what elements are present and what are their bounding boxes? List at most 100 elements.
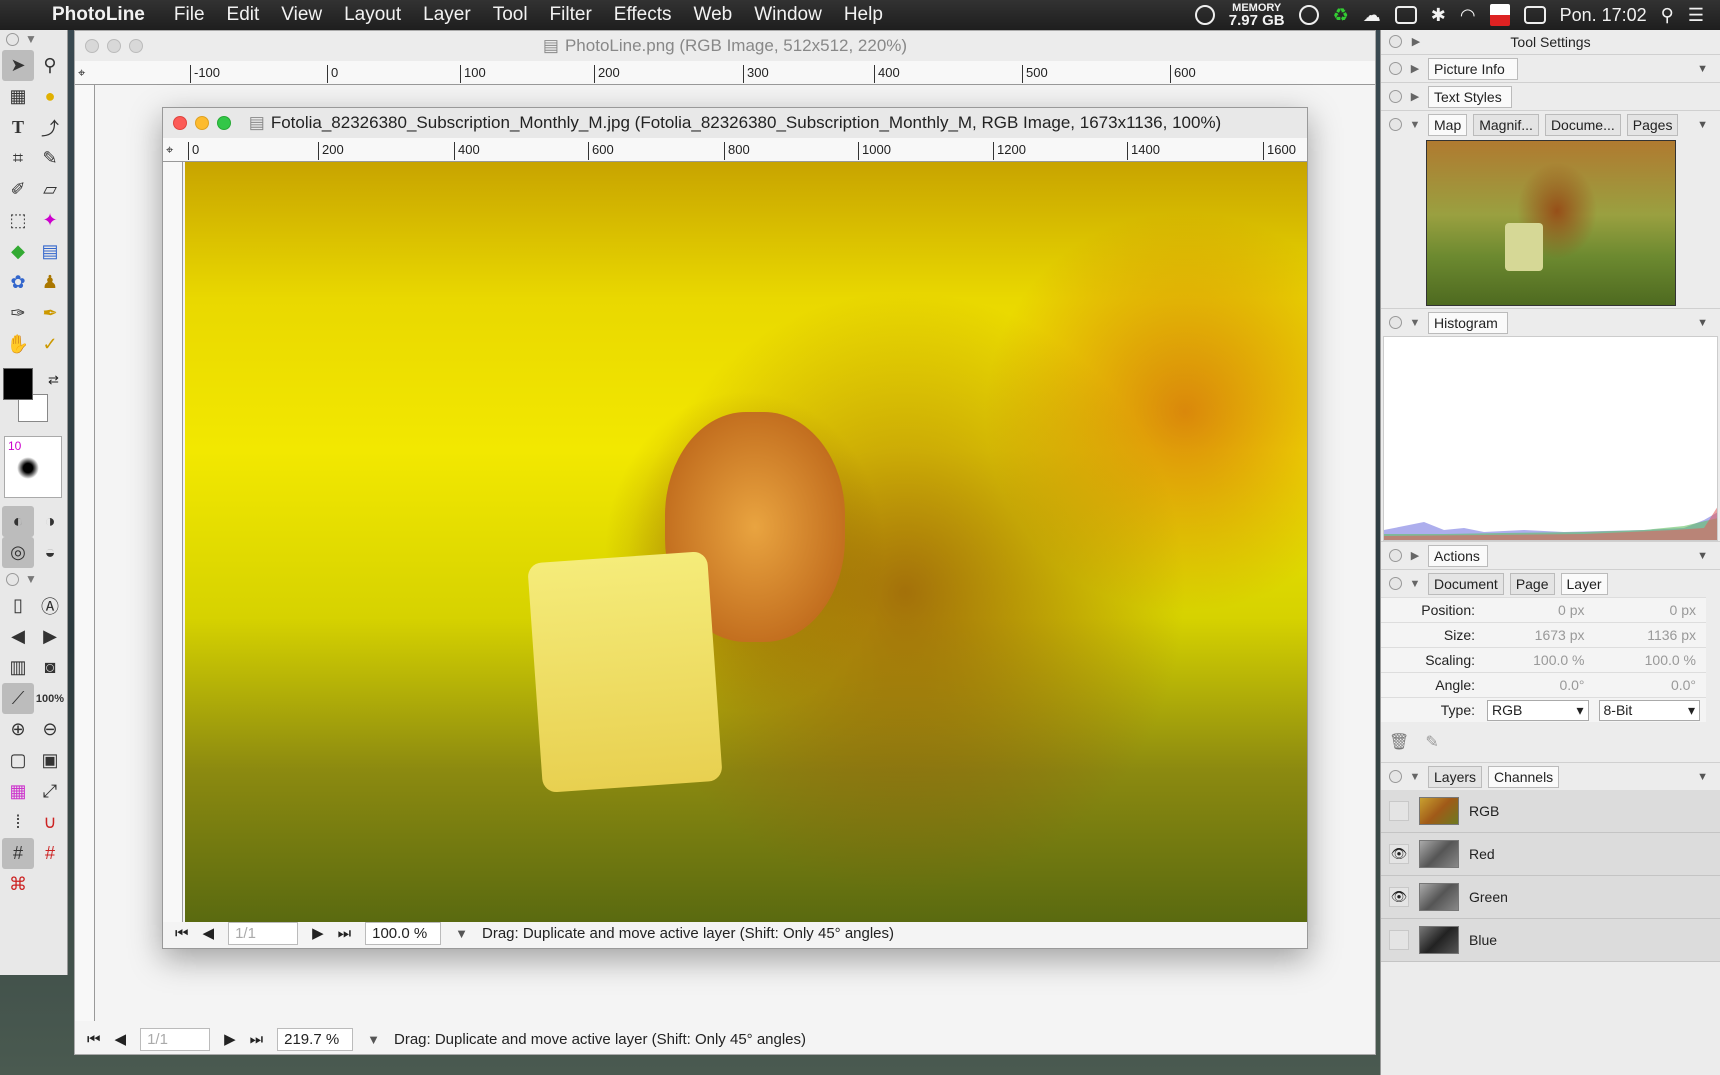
panel-close-icon[interactable]	[6, 32, 19, 46]
menu-window[interactable]: Window	[743, 4, 833, 26]
text-frame-icon[interactable]: Ⓐ	[34, 590, 66, 621]
foreground-color-swatch[interactable]	[3, 368, 33, 400]
swap-colors-icon[interactable]: ⇄	[48, 372, 59, 388]
menu-layer[interactable]: Layer	[412, 4, 482, 26]
page-field[interactable]: 1/1	[140, 1027, 211, 1051]
minimize-button[interactable]	[107, 39, 121, 53]
bluetooth-icon[interactable]: ✱	[1431, 5, 1446, 26]
next-arrow-icon[interactable]: ▶	[34, 621, 66, 652]
vertical-ruler[interactable]	[75, 85, 95, 1021]
menu-web[interactable]: Web	[683, 4, 744, 26]
menu-filter[interactable]: Filter	[539, 4, 603, 26]
collapse-triangle-icon[interactable]: ▼	[25, 572, 37, 586]
cloud-icon[interactable]: ☁	[1363, 5, 1381, 26]
scaling-y-field[interactable]: 100.0 %	[1595, 652, 1707, 668]
mask-edit-icon[interactable]: ◑	[34, 506, 66, 537]
back-window-titlebar[interactable]: ▤ PhotoLine.png (RGB Image, 512x512, 220…	[75, 31, 1375, 61]
tab-picture-info[interactable]: Picture Info	[1428, 57, 1518, 80]
dodge-tool-icon[interactable]: ✒	[34, 298, 66, 329]
zoom-button[interactable]	[129, 39, 143, 53]
app-menu[interactable]: PhotoLine	[44, 4, 153, 26]
rect-select-tool-icon[interactable]: ⬚	[2, 205, 34, 236]
zoom-dropdown-icon[interactable]: ▼	[367, 1032, 380, 1047]
expand-triangle-icon[interactable]: ▶	[1408, 62, 1422, 75]
zoom-dropdown-icon[interactable]: ▼	[455, 926, 468, 941]
eraser-tool-icon[interactable]: ▱	[34, 174, 66, 205]
expand-triangle-icon[interactable]: ▶	[1408, 90, 1422, 103]
horizontal-ruler[interactable]: ⌖ 0 200 400 600 800 1000 1200 1400 1600	[163, 138, 1307, 162]
fullscreen-icon[interactable]: ⤢	[34, 776, 66, 807]
first-page-icon[interactable]: ⏮	[87, 1031, 101, 1048]
panel-close-icon[interactable]	[1389, 770, 1402, 783]
menu-tool[interactable]: Tool	[482, 4, 539, 26]
recycle-icon[interactable]: ♻	[1333, 5, 1349, 26]
panel-menu-icon[interactable]: ▼	[1697, 550, 1708, 562]
input-source-flag-icon[interactable]	[1489, 4, 1510, 26]
wifi-icon[interactable]: ◠	[1460, 5, 1476, 26]
color-grid-icon[interactable]: ▦	[2, 776, 34, 807]
panel-close-icon[interactable]	[1389, 118, 1402, 131]
smudge-tool-icon[interactable]: ✑	[2, 298, 34, 329]
panel-menu-icon[interactable]: ▼	[1697, 119, 1708, 131]
scaling-x-field[interactable]: 100.0 %	[1483, 652, 1595, 668]
tab-document[interactable]: Docume...	[1544, 113, 1621, 136]
eye-icon[interactable]: 👁	[1389, 887, 1409, 907]
menu-layout[interactable]: Layout	[333, 4, 412, 26]
close-button[interactable]	[173, 116, 187, 130]
ruler-origin-icon[interactable]: ⌖	[75, 65, 85, 83]
panel-close-icon[interactable]	[1389, 577, 1402, 590]
tab-layer[interactable]: Layer	[1560, 572, 1608, 595]
last-page-icon[interactable]: ⏭	[338, 925, 352, 942]
stamp-tool-icon[interactable]: ♟	[34, 267, 66, 298]
tab-actions[interactable]: Actions	[1428, 544, 1488, 567]
spotlight-icon[interactable]: ⚲	[1661, 5, 1674, 26]
notification-center-icon[interactable]: ☰	[1688, 5, 1704, 26]
panel-close-icon[interactable]	[1389, 549, 1402, 562]
panel-close-icon[interactable]	[1389, 62, 1402, 75]
previous-page-icon[interactable]: ◀	[203, 924, 215, 942]
last-page-icon[interactable]: ⏭	[250, 1031, 264, 1048]
battery-icon[interactable]	[1523, 6, 1546, 24]
crop-tool-icon[interactable]: ⌗	[2, 143, 34, 174]
layer-tool-icon[interactable]: ▦	[2, 81, 34, 112]
collapse-triangle-icon[interactable]: ▼	[25, 32, 37, 46]
tab-pages[interactable]: Pages	[1626, 113, 1679, 136]
close-button[interactable]	[85, 39, 99, 53]
clone-tool-icon[interactable]: ✿	[2, 267, 34, 298]
map-navigator-preview[interactable]	[1425, 140, 1676, 306]
bit-depth-select[interactable]: 8-Bit ▾	[1598, 699, 1700, 721]
camera-icon[interactable]: ◙	[34, 652, 66, 683]
zoom-in-icon[interactable]: ⊕	[2, 714, 34, 745]
size-height-field[interactable]: 1136 px	[1595, 627, 1707, 643]
zoom-out-icon[interactable]: ⊖	[34, 714, 66, 745]
color-grid-snap-icon[interactable]: #	[34, 838, 66, 869]
panel-menu-icon[interactable]: ▼	[1697, 771, 1708, 783]
visibility-toggle[interactable]	[1389, 801, 1409, 821]
menu-effects[interactable]: Effects	[603, 4, 683, 26]
active-document-window[interactable]: ▤ Fotolia_82326380_Subscription_Monthly_…	[162, 107, 1308, 949]
next-page-icon[interactable]: ▶	[224, 1030, 236, 1048]
position-x-field[interactable]: 0 px	[1483, 602, 1595, 618]
new-document-icon[interactable]: ▯	[2, 590, 34, 621]
panel-close-icon[interactable]	[1389, 316, 1402, 329]
panel-menu-icon[interactable]: ▼	[1697, 63, 1708, 75]
tab-map[interactable]: Map	[1428, 113, 1468, 136]
magnet-snap-icon[interactable]: ∪	[34, 807, 66, 838]
hand-tool-icon[interactable]: ✋	[2, 329, 34, 360]
panel-close-icon[interactable]	[6, 572, 19, 586]
trash-icon[interactable]: 🗑	[1389, 732, 1409, 752]
channel-row-rgb[interactable]: RGB	[1381, 790, 1720, 833]
zoom-field[interactable]: 100.0 %	[365, 921, 442, 945]
fit-page-icon[interactable]: ▢	[2, 745, 34, 776]
menu-edit[interactable]: Edit	[216, 4, 271, 26]
eye-icon[interactable]: 👁	[1389, 844, 1409, 864]
menu-file[interactable]: File	[163, 4, 216, 26]
fit-window-icon[interactable]: ▣	[34, 745, 66, 776]
layers-icon[interactable]: ▥	[2, 652, 34, 683]
tab-document[interactable]: Document	[1428, 572, 1504, 595]
visibility-toggle[interactable]	[1389, 930, 1409, 950]
horizontal-ruler[interactable]: ⌖ -100 0 100 200 300 400 500 600	[75, 61, 1375, 85]
ellipse-tool-icon[interactable]: ●	[34, 81, 66, 112]
tool-settings-header[interactable]: ▶ Tool Settings	[1381, 30, 1720, 54]
expand-triangle-icon[interactable]: ▶	[1409, 30, 1423, 54]
